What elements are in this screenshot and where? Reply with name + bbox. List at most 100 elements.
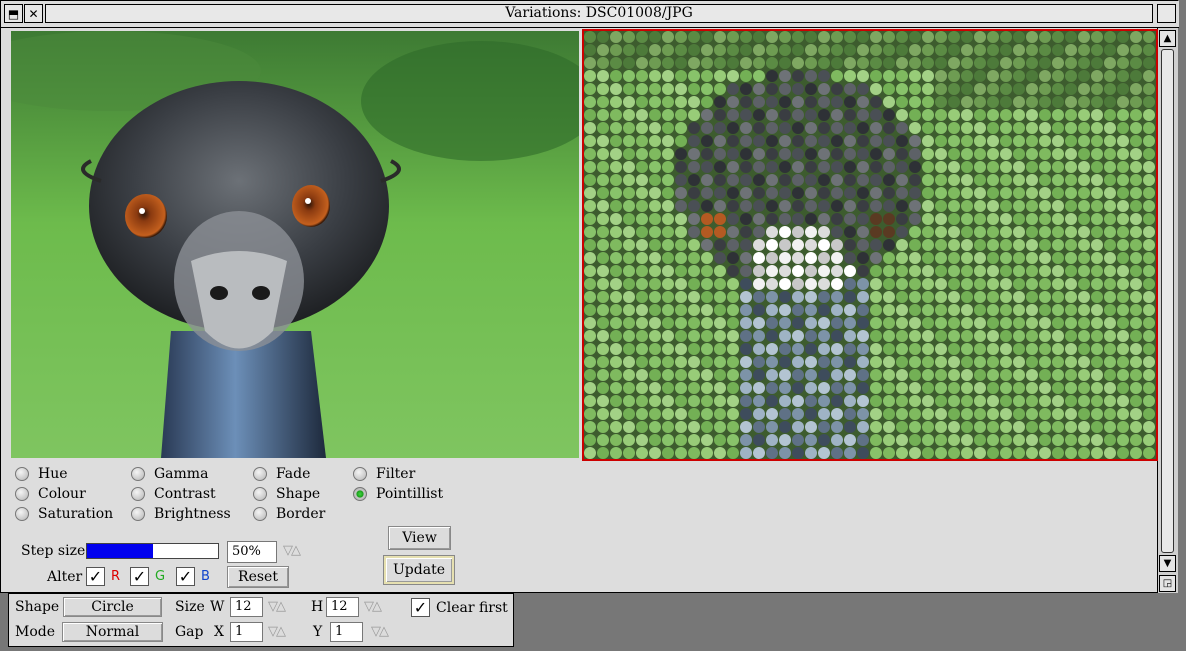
gap-y-field[interactable]: 1 <box>330 622 363 642</box>
pointillist-dot <box>1065 31 1077 43</box>
pointillist-dot <box>688 447 700 459</box>
option-pointillist[interactable]: Pointillist <box>353 485 443 503</box>
radio-icon[interactable] <box>131 467 145 481</box>
scroll-down-icon[interactable]: ▼ <box>1159 555 1176 572</box>
radio-icon[interactable] <box>353 487 367 501</box>
radio-icon[interactable] <box>15 467 29 481</box>
toggle-size-icon[interactable] <box>1157 4 1176 23</box>
increase-icon[interactable]: △ <box>276 599 286 614</box>
option-hue[interactable]: Hue <box>15 465 68 483</box>
pointillist-dot <box>662 31 674 43</box>
pointillist-dot <box>727 57 739 69</box>
decrease-icon[interactable]: ▽ <box>283 543 293 558</box>
pointillist-dot <box>1143 44 1155 56</box>
pointillist-dot <box>883 226 895 238</box>
option-contrast[interactable]: Contrast <box>131 485 216 503</box>
radio-icon[interactable] <box>253 467 267 481</box>
radio-icon[interactable] <box>131 507 145 521</box>
pointillist-dot <box>805 395 817 407</box>
pointillist-dot <box>636 304 648 316</box>
option-fade[interactable]: Fade <box>253 465 310 483</box>
pointillist-dot <box>909 434 921 446</box>
pointillist-dot <box>727 304 739 316</box>
option-shape[interactable]: Shape <box>253 485 320 503</box>
size-w-field[interactable]: 12 <box>230 597 263 617</box>
radio-icon[interactable] <box>353 467 367 481</box>
pointillist-dot <box>922 187 934 199</box>
shape-menu[interactable]: Circle <box>63 597 162 617</box>
pointillist-dot <box>948 382 960 394</box>
pointillist-dot <box>1039 226 1051 238</box>
view-button[interactable]: View <box>388 526 451 550</box>
gap-y-adjusters[interactable]: ▽ △ <box>371 624 389 639</box>
pointillist-dot <box>896 31 908 43</box>
size-w-adjusters[interactable]: ▽ △ <box>268 599 286 614</box>
option-filter[interactable]: Filter <box>353 465 415 483</box>
pointillist-dot <box>623 252 635 264</box>
alter-b-checkbox[interactable]: ✓ <box>176 567 195 586</box>
increase-icon[interactable]: △ <box>372 599 382 614</box>
gap-x-field[interactable]: 1 <box>230 622 263 642</box>
pointillist-dot <box>948 265 960 277</box>
size-h-field[interactable]: 12 <box>326 597 359 617</box>
pointillist-dot <box>636 369 648 381</box>
pointillist-dot <box>779 83 791 95</box>
pointillist-dot <box>701 421 713 433</box>
pointillist-dot <box>974 343 986 355</box>
decrease-icon[interactable]: ▽ <box>268 599 278 614</box>
radio-icon[interactable] <box>253 507 267 521</box>
pointillist-dot <box>636 109 648 121</box>
decrease-icon[interactable]: ▽ <box>371 624 381 639</box>
update-button[interactable]: Update <box>383 555 455 585</box>
option-brightness[interactable]: Brightness <box>131 505 231 523</box>
pointillist-dot <box>935 278 947 290</box>
title-bar[interactable]: ⬒ ✕ Variations: DSC01008/JPG <box>1 1 1179 28</box>
alter-g-checkbox[interactable]: ✓ <box>130 567 149 586</box>
pointillist-dot <box>779 343 791 355</box>
decrease-icon[interactable]: ▽ <box>268 624 278 639</box>
size-h-adjusters[interactable]: ▽ △ <box>364 599 382 614</box>
pointillist-dot <box>1000 421 1012 433</box>
increase-icon[interactable]: △ <box>276 624 286 639</box>
pointillist-dot <box>987 447 999 459</box>
pointillist-dot <box>727 317 739 329</box>
pointillist-dot <box>714 265 726 277</box>
clear-first-checkbox[interactable]: ✓ <box>411 598 430 617</box>
mode-menu[interactable]: Normal <box>62 622 163 642</box>
pointillist-dot <box>1078 226 1090 238</box>
pointillist-dot <box>961 44 973 56</box>
pointillist-dot <box>714 278 726 290</box>
radio-icon[interactable] <box>15 487 29 501</box>
radio-icon[interactable] <box>253 487 267 501</box>
pointillist-dot <box>1117 252 1129 264</box>
pointillist-dot <box>636 382 648 394</box>
step-size-adjusters[interactable]: ▽ △ <box>283 543 301 558</box>
pointillist-dot <box>701 252 713 264</box>
pointillist-dot <box>766 213 778 225</box>
option-gamma[interactable]: Gamma <box>131 465 208 483</box>
decrease-icon[interactable]: ▽ <box>364 599 374 614</box>
pointillist-dot <box>805 421 817 433</box>
pointillist-dot <box>675 317 687 329</box>
radio-icon[interactable] <box>131 487 145 501</box>
step-size-slider[interactable] <box>86 543 219 559</box>
increase-icon[interactable]: △ <box>379 624 389 639</box>
step-size-value[interactable]: 50% <box>227 541 277 563</box>
close-icon[interactable]: ✕ <box>24 4 43 23</box>
option-border[interactable]: Border <box>253 505 325 523</box>
scroll-thumb[interactable] <box>1161 49 1174 553</box>
option-saturation[interactable]: Saturation <box>15 505 113 523</box>
pointillist-dot <box>1026 44 1038 56</box>
pointillist-dot <box>597 122 609 134</box>
back-icon[interactable]: ⬒ <box>4 4 23 23</box>
scroll-up-icon[interactable]: ▲ <box>1159 30 1176 47</box>
radio-icon[interactable] <box>15 507 29 521</box>
increase-icon[interactable]: △ <box>291 543 301 558</box>
option-colour[interactable]: Colour <box>15 485 86 503</box>
reset-button[interactable]: Reset <box>227 566 289 588</box>
gap-x-adjusters[interactable]: ▽ △ <box>268 624 286 639</box>
pointillist-dot <box>1130 83 1142 95</box>
resize-icon[interactable]: ◲ <box>1159 575 1176 592</box>
pointillist-dot <box>1130 187 1142 199</box>
alter-r-checkbox[interactable]: ✓ <box>86 567 105 586</box>
